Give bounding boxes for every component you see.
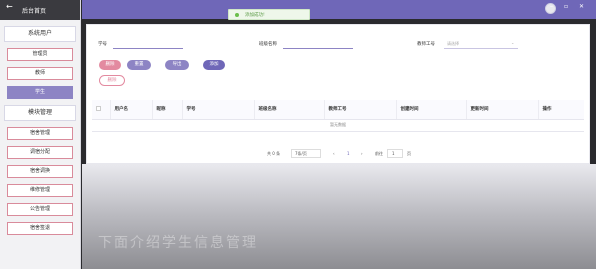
overlay-caption: 下面介绍学生信息管理 bbox=[98, 235, 258, 251]
total-count: 共 0 条 bbox=[267, 151, 281, 156]
data-table: 用户名 昵称 学号 班级名称 教师工号 创建时间 更新时间 操作 暂无数据 bbox=[92, 100, 584, 132]
sidebar: ← 后台首页 系统用户 管理员 教师 学生 模块管理 宿舍管理 调宿分配 宿舍调… bbox=[0, 0, 81, 269]
sidebar-title[interactable]: 后台首页 bbox=[22, 6, 46, 15]
student-no-input[interactable] bbox=[113, 48, 183, 49]
next-page-icon[interactable]: › bbox=[361, 151, 363, 156]
reset-button[interactable]: 重置 bbox=[127, 60, 151, 70]
class-name-input[interactable] bbox=[283, 48, 353, 49]
sidebar-item-repair[interactable]: 维修管理 bbox=[7, 184, 73, 197]
sidebar-item-swap[interactable]: 宿舍调换 bbox=[7, 165, 73, 178]
chevron-down-icon[interactable]: ⌄ bbox=[511, 40, 514, 45]
back-arrow-icon[interactable]: ← bbox=[6, 2, 16, 12]
col-actions: 操作 bbox=[538, 100, 584, 120]
sidebar-item-assign[interactable]: 调宿分配 bbox=[7, 146, 73, 159]
teacher-no-select[interactable] bbox=[444, 48, 518, 49]
success-toast: 添加成功! bbox=[228, 9, 310, 20]
col-updated: 更新时间 bbox=[466, 100, 539, 120]
sidebar-item-student[interactable]: 学生 bbox=[7, 86, 73, 99]
close-icon[interactable]: ✕ bbox=[579, 3, 584, 10]
goto-prefix: 前往 bbox=[375, 151, 383, 156]
prev-page-icon[interactable]: ‹ bbox=[333, 151, 335, 156]
pagination: 共 0 条 7条/页 ‹ 1 › 前往 1 页 bbox=[267, 149, 517, 159]
add-button[interactable]: 添加 bbox=[203, 60, 225, 70]
minimize-icon[interactable]: – bbox=[550, 3, 553, 10]
main-panel: 学号 班级名称 教师工号 请选择 ⌄ 删除 重置 导出 添加 删除 用户名 昵称… bbox=[86, 24, 590, 164]
toast-text: 添加成功! bbox=[245, 13, 265, 18]
bottom-overlay: 下面介绍学生信息管理 bbox=[82, 164, 596, 269]
top-header: – ▫ ✕ bbox=[82, 0, 596, 19]
sidebar-header: ← 后台首页 bbox=[0, 0, 80, 20]
label-teacher-no: 教师工号 bbox=[417, 42, 435, 47]
col-teacher-no: 教师工号 bbox=[324, 100, 397, 120]
empty-text: 暂无数据 bbox=[92, 119, 584, 132]
col-created: 创建时间 bbox=[396, 100, 467, 120]
sidebar-item-teacher[interactable]: 教师 bbox=[7, 67, 73, 80]
col-student-no: 学号 bbox=[182, 100, 255, 120]
col-nickname: 昵称 bbox=[152, 100, 183, 120]
label-student-no: 学号 bbox=[98, 42, 107, 47]
sidebar-item-notice[interactable]: 公告管理 bbox=[7, 203, 73, 216]
teacher-no-select-placeholder[interactable]: 请选择 bbox=[447, 41, 459, 47]
table-header-row: 用户名 昵称 学号 班级名称 教师工号 创建时间 更新时间 操作 bbox=[92, 100, 584, 120]
sidebar-section-modules[interactable]: 模块管理 bbox=[4, 105, 76, 121]
sidebar-item-dorm[interactable]: 宿舍管理 bbox=[7, 127, 73, 140]
select-all-checkbox[interactable] bbox=[92, 100, 111, 120]
search-button[interactable]: 删除 bbox=[99, 60, 121, 70]
check-circle-icon bbox=[235, 13, 239, 17]
page-number[interactable]: 1 bbox=[347, 151, 350, 156]
col-class-name: 班级名称 bbox=[254, 100, 325, 120]
sidebar-item-checkout[interactable]: 宿舍签退 bbox=[7, 222, 73, 235]
export-button[interactable]: 导出 bbox=[165, 60, 189, 70]
goto-input[interactable]: 1 bbox=[387, 149, 403, 158]
batch-delete-button[interactable]: 删除 bbox=[99, 75, 125, 86]
col-username: 用户名 bbox=[110, 100, 153, 120]
sidebar-item-admin[interactable]: 管理员 bbox=[7, 48, 73, 61]
goto-suffix: 页 bbox=[407, 151, 411, 156]
page-size-select[interactable]: 7条/页 bbox=[291, 149, 321, 158]
sidebar-section-users[interactable]: 系统用户 bbox=[4, 26, 76, 42]
empty-row: 暂无数据 bbox=[92, 119, 584, 132]
maximize-icon[interactable]: ▫ bbox=[564, 3, 568, 10]
label-class-name: 班级名称 bbox=[259, 42, 277, 47]
